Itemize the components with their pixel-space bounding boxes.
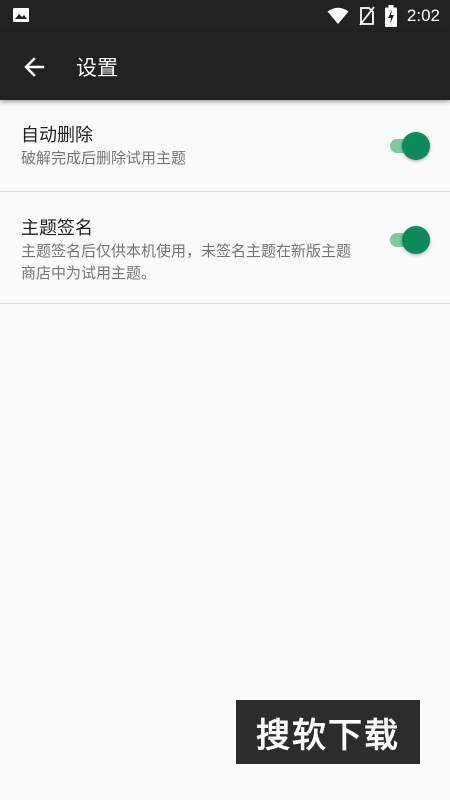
setting-title: 主题签名 — [21, 218, 93, 239]
arrow-back-icon — [24, 57, 45, 77]
status-bar: 2:02 — [0, 0, 450, 32]
clock-time: 2:02 — [406, 6, 440, 25]
setting-summary: 主题签名后仅供本机使用，未签名主题在新版主题商店中为试用主题。 — [21, 242, 352, 282]
toggle-thumb — [402, 132, 430, 160]
wifi-icon — [327, 7, 349, 24]
setting-summary: 破解完成后删除试用主题 — [21, 149, 187, 167]
battery-charging-icon — [384, 5, 397, 27]
auto-delete-toggle[interactable] — [386, 132, 430, 160]
image-notification-icon — [13, 8, 29, 22]
toggle-thumb — [402, 226, 430, 254]
no-sim-icon — [359, 6, 375, 26]
status-right: 2:02 — [327, 5, 440, 27]
page-title: 设置 — [76, 56, 118, 80]
setting-title: 自动删除 — [21, 125, 93, 146]
setting-row-auto-delete[interactable]: 自动删除 破解完成后删除试用主题 — [0, 100, 450, 192]
watermark-logo: 搜软下载 — [236, 700, 420, 764]
status-left — [12, 7, 30, 27]
theme-signature-toggle[interactable] — [386, 226, 430, 254]
app-toolbar: 设置 — [0, 32, 450, 100]
back-button[interactable] — [16, 49, 52, 85]
settings-list: 自动删除 破解完成后删除试用主题 主题签名 主题签名后仅供本机使用，未签名主题在… — [0, 100, 450, 304]
setting-row-theme-signature[interactable]: 主题签名 主题签名后仅供本机使用，未签名主题在新版主题商店中为试用主题。 — [0, 192, 450, 304]
